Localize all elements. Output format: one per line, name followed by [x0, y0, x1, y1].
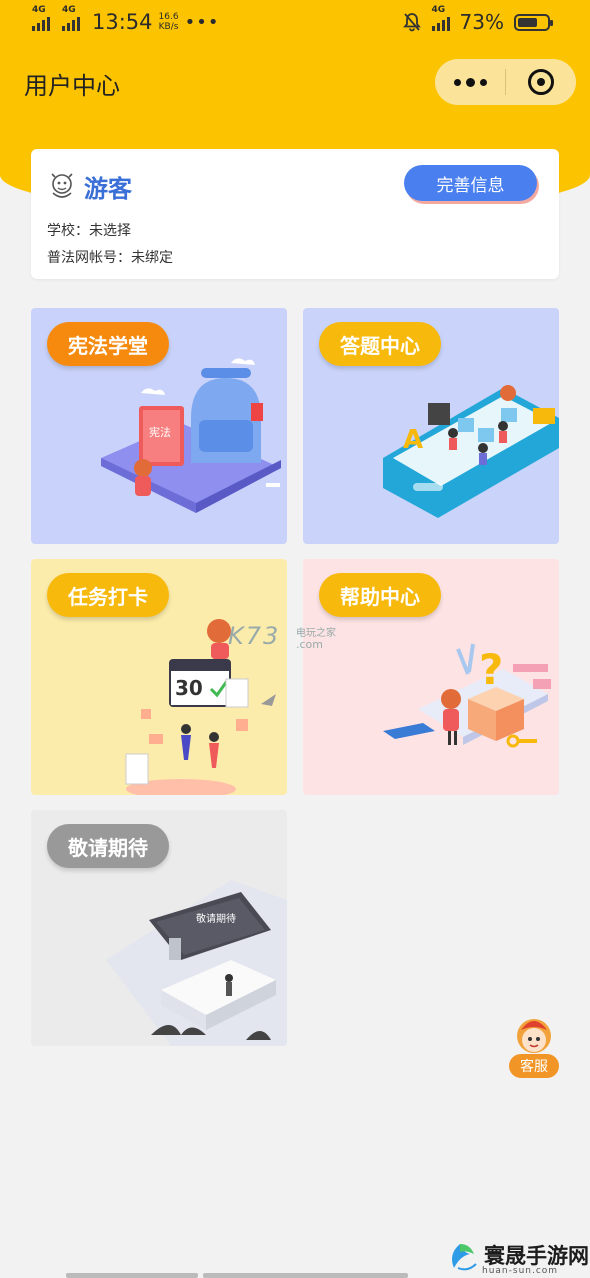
- mini-program-capsule: [435, 59, 576, 105]
- mute-bell-icon: [402, 13, 421, 32]
- svg-text:A: A: [403, 425, 423, 455]
- target-icon: [528, 69, 554, 95]
- more-notifications-icon: •••: [184, 11, 220, 33]
- complete-info-button[interactable]: 完善信息: [404, 165, 537, 201]
- network-signal-icon: 4G: [431, 5, 450, 31]
- site-domain: huan-sun.com: [482, 1266, 559, 1276]
- close-mini-program-button[interactable]: [506, 69, 576, 95]
- bottom-bar: [203, 1273, 408, 1278]
- customer-service-label: 客服: [509, 1054, 559, 1078]
- school-value: 未选择: [89, 223, 131, 239]
- battery-percent: 73%: [459, 10, 504, 34]
- k73-watermark: K73 电玩之家 .com: [228, 622, 336, 651]
- tile-label: 宪法学堂: [47, 322, 169, 366]
- battery-icon: [514, 13, 553, 31]
- tile-coming-soon: 敬请期待 敬请期待: [31, 810, 287, 1046]
- tile-label: 任务打卡: [47, 573, 169, 617]
- calendar-day-text: 30: [175, 676, 203, 700]
- tile-label: 敬请期待: [47, 824, 169, 868]
- network-speed: 16.6 KB/s: [158, 12, 179, 32]
- k73-domain-text: .com: [296, 638, 323, 651]
- site-watermark: 寰晟手游网 huan-sun.com: [448, 1238, 589, 1276]
- signal-icon: 4G: [62, 5, 80, 31]
- school-label: 学校：: [47, 223, 89, 239]
- tile-help-center[interactable]: ? 帮助中心: [303, 559, 559, 795]
- dot-icon: [465, 77, 475, 87]
- account-row: 普法网帐号：未绑定: [47, 247, 173, 267]
- tile-task-checkin[interactable]: 30 任务打卡: [31, 559, 287, 795]
- k73-logo-text: K73: [228, 622, 281, 650]
- tile-constitution-class[interactable]: 宪法 宪法学堂: [31, 308, 287, 544]
- user-info-card: 游客 完善信息 学校：未选择 普法网帐号：未绑定: [31, 149, 559, 279]
- customer-service-button[interactable]: 客服: [509, 1012, 559, 1080]
- tile-label: 帮助中心: [319, 573, 441, 617]
- school-row: 学校：未选择: [47, 220, 131, 240]
- site-logo-icon: [452, 1244, 477, 1271]
- more-button[interactable]: [435, 59, 505, 105]
- tile-label: 答题中心: [319, 322, 441, 366]
- tile-quiz-center[interactable]: A 答题中心: [303, 308, 559, 544]
- k73-cn-text: 电玩之家: [296, 628, 336, 639]
- clock: 13:54: [92, 10, 153, 34]
- status-bar: 4G 4G 13:54 16.6 KB/s ••• 4G 73%: [0, 0, 590, 46]
- screen-text: 敬请期待: [196, 912, 236, 925]
- bottom-bar: [66, 1273, 198, 1278]
- page-title: 用户中心: [24, 72, 120, 100]
- svg-text:?: ?: [479, 645, 503, 694]
- account-label: 普法网帐号：: [47, 250, 131, 266]
- dot-icon: [479, 78, 487, 86]
- dot-icon: [453, 78, 461, 86]
- guest-avatar-icon: [51, 173, 73, 198]
- user-name: 游客: [84, 175, 132, 203]
- book-title-text: 宪法: [149, 425, 171, 439]
- signal-icon: 4G: [32, 5, 50, 31]
- account-value: 未绑定: [131, 250, 173, 266]
